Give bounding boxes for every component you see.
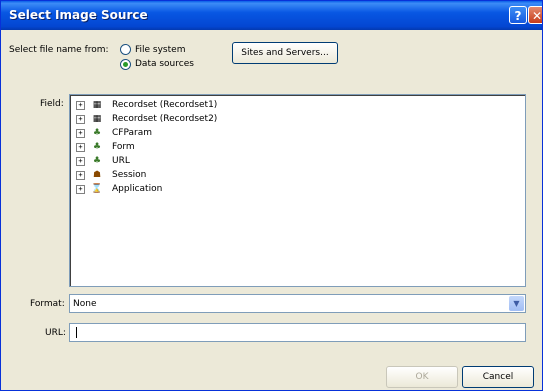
tree-item-label: URL — [112, 156, 130, 166]
sites-and-servers-button[interactable]: Sites and Servers... — [232, 42, 338, 64]
title-bar[interactable]: Select Image Source ? ✕ — [1, 1, 542, 30]
tree-item-label: Recordset (Recordset2) — [112, 114, 218, 124]
close-icon[interactable]: ✕ — [528, 6, 542, 24]
application-icon: ⌛ — [91, 183, 103, 194]
tree-item-form[interactable]: + ♣ Form — [76, 141, 135, 153]
file-system-label[interactable]: File system — [135, 45, 185, 55]
tree-item-application[interactable]: + ⌛ Application — [76, 183, 162, 195]
expand-icon[interactable]: + — [76, 142, 85, 152]
expand-icon[interactable]: + — [76, 100, 85, 110]
help-icon[interactable]: ? — [509, 6, 527, 24]
tree-item-label: Form — [112, 142, 135, 152]
cfparam-icon: ♣ — [92, 127, 102, 138]
url-icon: ♣ — [92, 155, 102, 166]
chevron-down-icon[interactable]: ▼ — [509, 296, 524, 311]
tree-item-recordset2[interactable]: + ▦ Recordset (Recordset2) — [76, 113, 217, 125]
expand-icon[interactable]: + — [76, 184, 85, 194]
cancel-button[interactable]: Cancel — [462, 366, 534, 388]
tree-item-url[interactable]: + ♣ URL — [76, 155, 130, 167]
source-label: Select file name from: — [9, 45, 109, 55]
recordset-icon: ▦ — [92, 99, 102, 110]
text-caret — [76, 327, 77, 338]
tree-item-label: Application — [112, 184, 163, 194]
field-label: Field: — [40, 99, 64, 109]
window-title: Select Image Source — [9, 8, 148, 22]
ok-button[interactable]: OK — [386, 366, 458, 388]
session-icon: ☗ — [92, 169, 102, 180]
tree-item-recordset1[interactable]: + ▦ Recordset (Recordset1) — [76, 99, 217, 111]
file-system-radio[interactable] — [120, 44, 131, 55]
select-image-source-dialog: Select Image Source ? ✕ Select file name… — [0, 0, 543, 391]
tree-item-session[interactable]: + ☗ Session — [76, 169, 146, 181]
tree-item-label: CFParam — [112, 128, 152, 138]
expand-icon[interactable]: + — [76, 156, 85, 166]
url-input[interactable] — [69, 323, 526, 342]
form-icon: ♣ — [92, 141, 102, 152]
expand-icon[interactable]: + — [76, 114, 85, 124]
format-label: Format: — [30, 299, 65, 309]
format-value: None — [73, 299, 97, 309]
tree-item-label: Recordset (Recordset1) — [112, 100, 218, 110]
tree-item-cfparam[interactable]: + ♣ CFParam — [76, 127, 152, 139]
expand-icon[interactable]: + — [76, 128, 85, 138]
data-sources-label[interactable]: Data sources — [135, 59, 194, 69]
field-tree[interactable]: + ▦ Recordset (Recordset1) + ▦ Recordset… — [69, 94, 526, 287]
tree-item-label: Session — [112, 170, 147, 180]
format-select[interactable]: None ▼ — [69, 294, 526, 313]
recordset-icon: ▦ — [92, 113, 102, 124]
data-sources-radio[interactable] — [120, 59, 131, 70]
url-label: URL: — [45, 328, 66, 338]
expand-icon[interactable]: + — [76, 170, 85, 180]
